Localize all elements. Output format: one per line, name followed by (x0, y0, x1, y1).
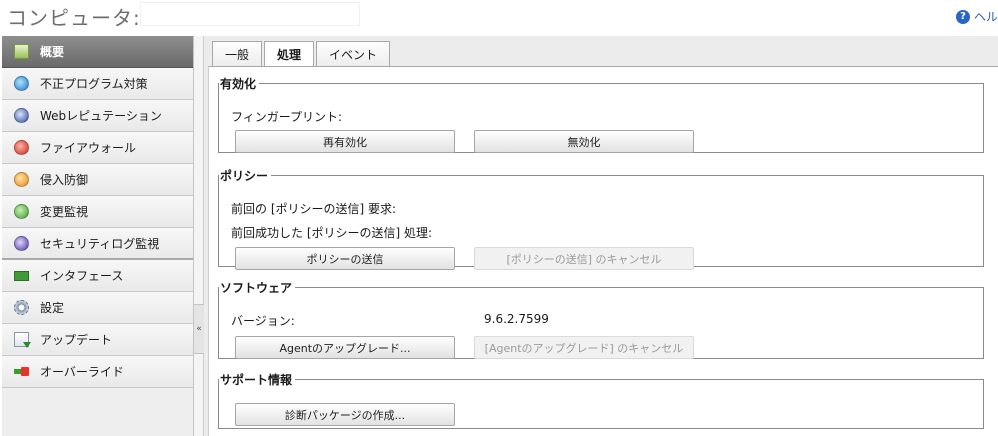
collapse-sidebar-icon: « (196, 324, 202, 334)
tab-events[interactable]: イベント (316, 41, 391, 66)
sidebar-item-label: 概要 (40, 45, 65, 59)
sidebar-item-log-inspection[interactable]: セキュリティログ監視 (2, 228, 193, 260)
last-successful-send-policy-label: 前回成功した [ポリシーの送信] 処理: (231, 226, 433, 240)
sidebar-item-label: ファイアウォール (40, 141, 137, 155)
interface-icon (14, 270, 29, 281)
fingerprint-label: フィンガープリント: (231, 110, 343, 124)
sidebar-item-label: 不正プログラム対策 (40, 77, 148, 91)
send-policy-button[interactable]: ポリシーの送信 (235, 247, 455, 270)
sidebar-item-label: Webレピュテーション (40, 109, 162, 123)
sidebar-item-label: 侵入防御 (40, 173, 89, 187)
cancel-send-policy-button[interactable]: [ポリシーの送信] のキャンセル (474, 247, 694, 270)
policy-section-title: ポリシー (220, 169, 269, 183)
sidebar-item-integrity-monitoring[interactable]: 変更監視 (2, 196, 193, 228)
activation-section-title: 有効化 (220, 77, 257, 91)
sidebar-item-label: オーバーライド (40, 365, 124, 379)
collapse-sidebar-button[interactable]: « (194, 304, 204, 354)
sidebar: 概要 不正プログラム対策 Webレピュテーション ファイアウォール 侵入防御 変… (2, 36, 194, 436)
policy-section: ポリシー 前回の [ポリシーの送信] 要求: 前回成功した [ポリシーの送信] … (218, 167, 984, 270)
sidebar-item-firewall[interactable]: ファイアウォール (2, 132, 193, 164)
sidebar-item-anti-malware[interactable]: 不正プログラム対策 (2, 68, 193, 100)
sidebar-item-label: 変更監視 (40, 205, 89, 219)
help-icon: ? (955, 9, 970, 24)
sidebar-item-updates[interactable]: アップデート (2, 324, 193, 356)
sidebar-item-label: 設定 (40, 301, 65, 315)
sidebar-item-overview[interactable]: 概要 (2, 36, 193, 68)
log-inspection-icon (14, 235, 29, 251)
sidebar-splitter[interactable]: « (194, 36, 204, 436)
sidebar-item-settings[interactable]: 設定 (2, 292, 193, 324)
version-value: 9.6.2.7599 (484, 312, 549, 326)
cancel-agent-upgrade-button[interactable]: [Agentのアップグレード] のキャンセル (474, 336, 694, 359)
sidebar-item-interfaces[interactable]: インタフェース (2, 260, 193, 292)
support-section-title: サポート情報 (220, 373, 293, 387)
sidebar-item-label: セキュリティログ監視 (40, 236, 160, 251)
sidebar-item-label: アップデート (40, 333, 113, 347)
main-panel: 一般 処理 イベント 有効化 フィンガープリント: 再有効化 無効化 ポリシー … (204, 36, 998, 436)
help-link[interactable]: ? ヘル (955, 8, 998, 25)
sidebar-item-overrides[interactable]: オーバーライド (2, 356, 193, 388)
firewall-icon (14, 140, 29, 155)
anti-malware-icon (14, 76, 29, 91)
page-title: コンピュータ: (7, 6, 141, 30)
help-label: ヘル (973, 10, 998, 24)
integrity-monitoring-icon (14, 204, 29, 219)
override-icon (14, 364, 29, 379)
intrusion-prevention-icon (14, 172, 29, 187)
software-section: ソフトウェア バージョン: 9.6.2.7599 Agentのアップグレード..… (218, 279, 984, 359)
last-send-policy-request-label: 前回の [ポリシーの送信] 要求: (231, 202, 397, 216)
software-section-title: ソフトウェア (220, 281, 293, 295)
update-icon (14, 332, 31, 348)
title-bar: コンピュータ: ? ヘル (0, 0, 998, 34)
computer-name-field (140, 2, 360, 26)
deactivate-button[interactable]: 無効化 (474, 130, 694, 153)
upgrade-agent-button[interactable]: Agentのアップグレード... (235, 336, 455, 359)
tab-bar: 一般 処理 イベント (212, 41, 392, 67)
sidebar-item-label: インタフェース (40, 269, 124, 283)
version-label: バージョン: (231, 314, 295, 328)
web-reputation-icon (14, 108, 29, 123)
summary-icon (14, 44, 29, 59)
tab-content: 有効化 フィンガープリント: 再有効化 無効化 ポリシー 前回の [ポリシーの送… (208, 66, 998, 436)
tab-actions[interactable]: 処理 (264, 41, 315, 67)
reactivate-button[interactable]: 再有効化 (235, 130, 455, 153)
create-diagnostic-package-button[interactable]: 診断パッケージの作成... (235, 403, 455, 426)
gear-icon (14, 300, 29, 315)
tab-general[interactable]: 一般 (212, 41, 263, 66)
support-section: サポート情報 診断パッケージの作成... (218, 371, 984, 429)
sidebar-item-intrusion-prevention[interactable]: 侵入防御 (2, 164, 193, 196)
activation-section: 有効化 フィンガープリント: 再有効化 無効化 (218, 75, 984, 153)
sidebar-item-web-reputation[interactable]: Webレピュテーション (2, 100, 193, 132)
